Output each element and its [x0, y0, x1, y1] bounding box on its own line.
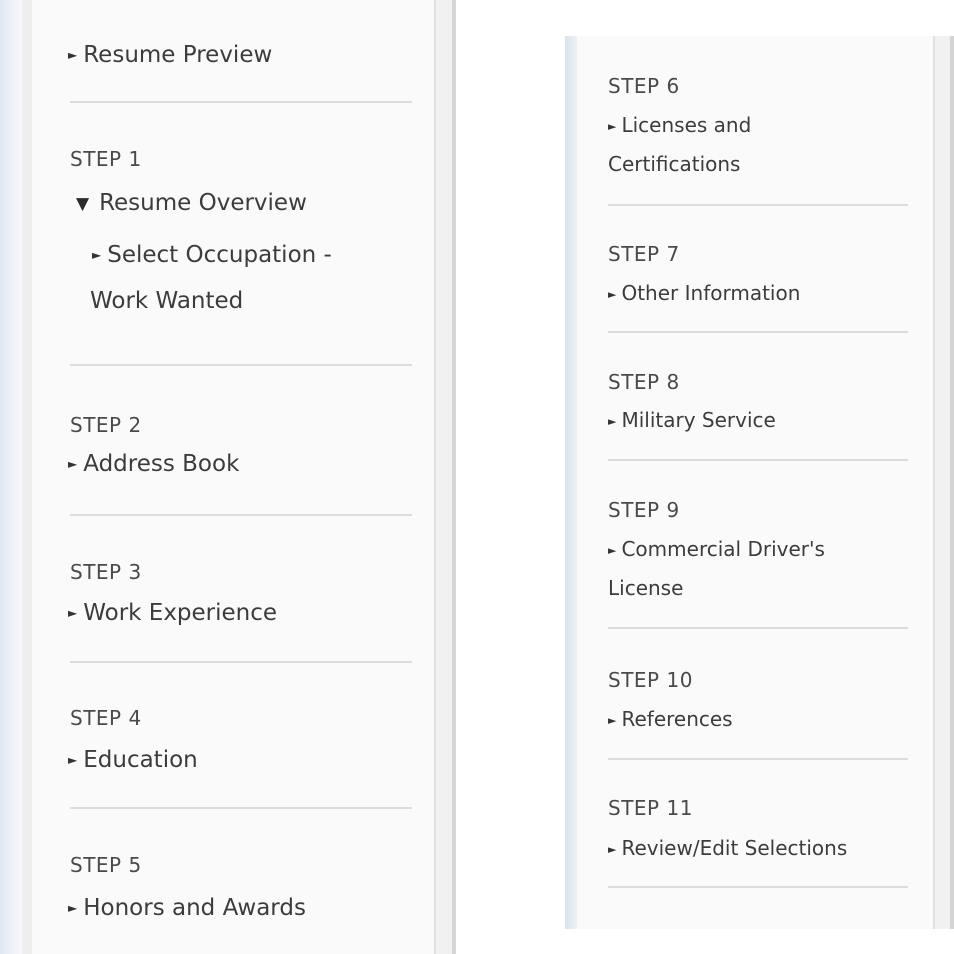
step-4-label: STEP 4 [70, 706, 142, 730]
divider [70, 514, 412, 516]
divider [608, 331, 908, 333]
resume-overview-link[interactable]: ▼ Resume Overview [76, 190, 307, 216]
triangle-right-icon: ► [608, 415, 617, 428]
step-1-label: STEP 1 [70, 147, 142, 171]
triangle-right-icon: ► [608, 544, 617, 557]
cdl-label-line1: Commercial Driver's [621, 537, 825, 561]
resume-preview-label: Resume Preview [83, 42, 273, 68]
triangle-right-icon: ► [68, 753, 78, 767]
triangle-right-icon: ► [608, 288, 617, 301]
step-5-label: STEP 5 [70, 853, 142, 877]
triangle-right-icon: ► [68, 606, 78, 620]
divider [608, 459, 908, 461]
triangle-right-icon: ► [68, 457, 78, 471]
divider [70, 807, 412, 809]
panel-edge [0, 0, 22, 954]
triangle-right-icon: ► [608, 843, 617, 856]
divider [70, 661, 412, 663]
panel-scrollbar[interactable] [434, 0, 456, 954]
step-3-label: STEP 3 [70, 560, 142, 584]
step-9-label: STEP 9 [608, 498, 680, 522]
panel-scrollbar[interactable] [933, 36, 954, 929]
step-8-label: STEP 8 [608, 370, 680, 394]
address-book-link[interactable]: ► Address Book [68, 451, 239, 477]
references-link[interactable]: ► References [608, 707, 733, 731]
military-service-link[interactable]: ► Military Service [608, 408, 776, 432]
resume-overview-label: Resume Overview [99, 190, 307, 216]
resume-preview-link[interactable]: ► Resume Preview [68, 42, 272, 68]
select-occupation-label-line1: Select Occupation - [107, 242, 332, 268]
review-edit-label: Review/Edit Selections [621, 836, 848, 860]
honors-awards-label: Honors and Awards [83, 895, 306, 921]
divider [608, 886, 908, 888]
right-step-panel: STEP 6 ► Licenses and Certifications STEP… [565, 36, 954, 929]
triangle-right-icon: ► [608, 714, 617, 727]
work-experience-label: Work Experience [83, 600, 278, 626]
cdl-label-line2[interactable]: License [608, 576, 683, 600]
step-11-label: STEP 11 [608, 796, 693, 820]
triangle-right-icon: ► [92, 248, 102, 262]
step-6-label: STEP 6 [608, 74, 680, 98]
divider [608, 204, 908, 206]
references-label: References [621, 707, 733, 731]
work-experience-link[interactable]: ► Work Experience [68, 600, 277, 626]
honors-awards-link[interactable]: ► Honors and Awards [68, 895, 306, 921]
screenshot-canvas: ► Resume Preview STEP 1 ▼ Resume Overview … [0, 0, 954, 954]
address-book-label: Address Book [83, 451, 240, 477]
licenses-label-line1: Licenses and [621, 113, 752, 137]
divider [70, 101, 412, 103]
education-link[interactable]: ► Education [68, 747, 198, 773]
education-label: Education [83, 747, 198, 773]
step-7-label: STEP 7 [608, 242, 680, 266]
triangle-right-icon: ► [68, 48, 78, 62]
step-2-label: STEP 2 [70, 413, 142, 437]
divider [70, 364, 412, 366]
triangle-right-icon: ► [68, 901, 78, 915]
triangle-right-icon: ► [608, 120, 617, 133]
triangle-down-icon: ▼ [76, 194, 90, 214]
panel-edge-inner [22, 0, 32, 954]
military-service-label: Military Service [621, 408, 776, 432]
select-occupation-link[interactable]: ► Select Occupation - [92, 242, 332, 268]
select-occupation-label-line2[interactable]: Work Wanted [90, 288, 243, 314]
divider [608, 758, 908, 760]
divider [608, 627, 908, 629]
licenses-certifications-link[interactable]: ► Licenses and [608, 113, 751, 137]
other-information-label: Other Information [621, 281, 801, 305]
commercial-drivers-license-link[interactable]: ► Commercial Driver's [608, 537, 825, 561]
left-step-panel: ► Resume Preview STEP 1 ▼ Resume Overview … [0, 0, 456, 954]
panel-edge [565, 36, 577, 929]
other-information-link[interactable]: ► Other Information [608, 281, 800, 305]
licenses-label-line2[interactable]: Certifications [608, 152, 740, 176]
review-edit-selections-link[interactable]: ► Review/Edit Selections [608, 836, 847, 860]
step-10-label: STEP 10 [608, 668, 693, 692]
